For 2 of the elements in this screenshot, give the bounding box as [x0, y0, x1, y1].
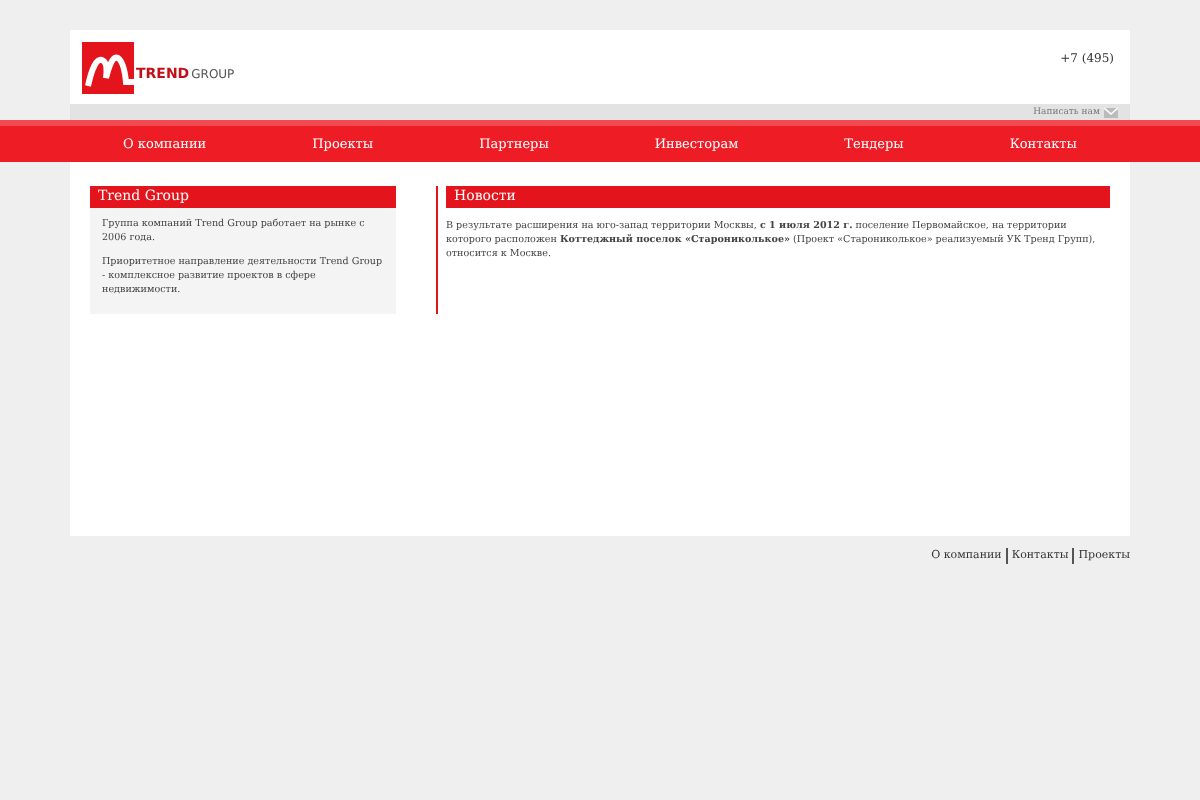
envelope-icon[interactable] — [1104, 107, 1118, 117]
logo-mark-icon — [82, 42, 134, 94]
